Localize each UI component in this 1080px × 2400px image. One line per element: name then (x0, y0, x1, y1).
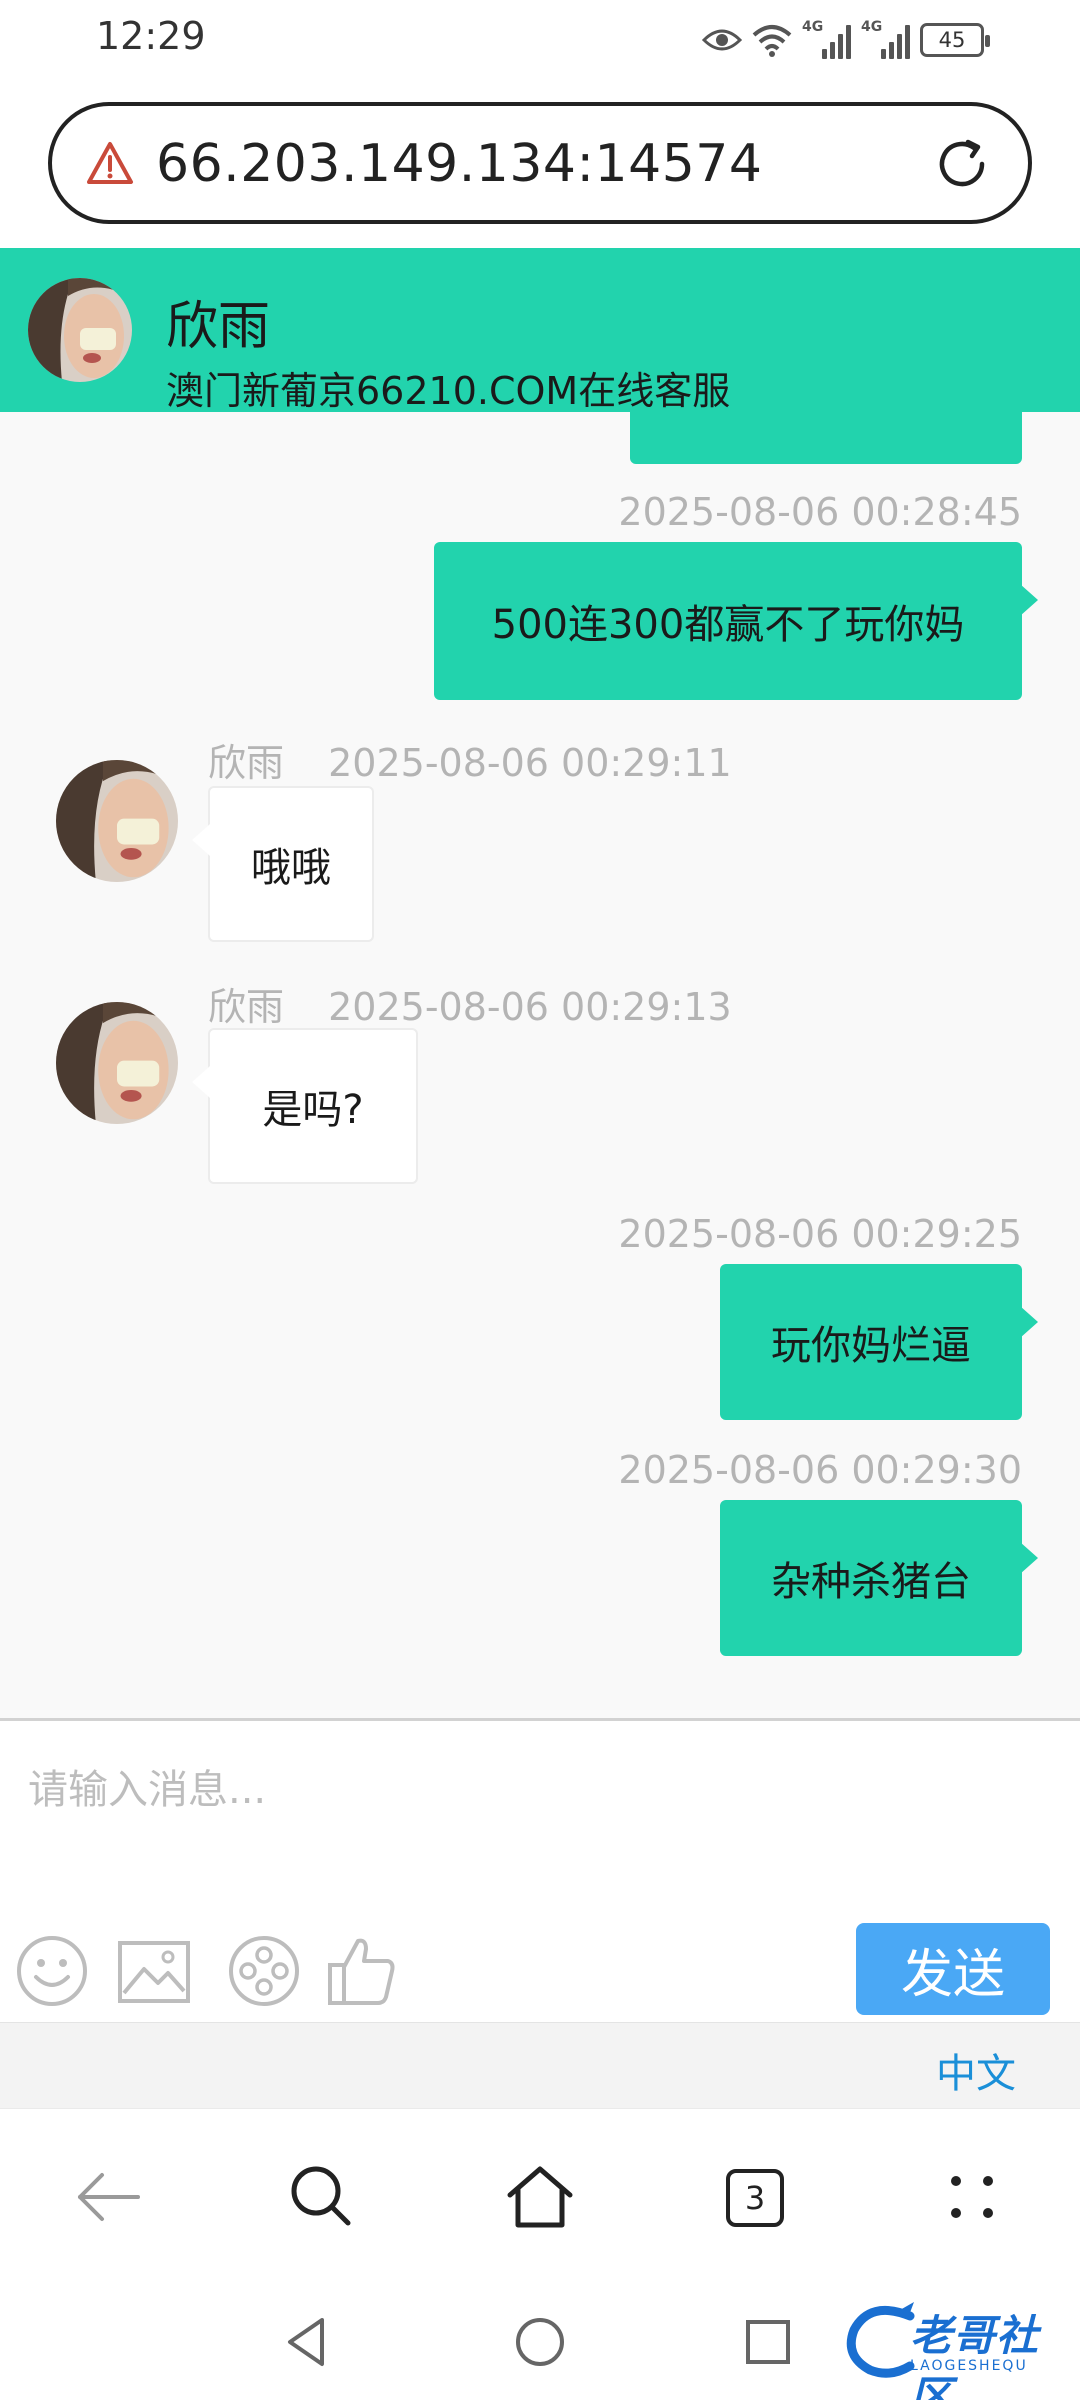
reload-icon[interactable] (930, 132, 994, 196)
agent-avatar[interactable] (56, 1002, 178, 1124)
emoji-icon[interactable] (14, 1933, 90, 2009)
message-list[interactable]: 2025-08-06 00:28:45 500连300都赢不了玩你妈 欣雨 20… (0, 412, 1080, 1718)
send-button[interactable]: 发送 (856, 1923, 1050, 2015)
agent-subtitle: 澳门新葡京66210.COM在线客服 (166, 369, 731, 413)
message-text: 是吗? (262, 1087, 364, 1133)
image-icon[interactable] (116, 1933, 192, 2009)
message-timestamp: 2025-08-06 00:29:30 (618, 1448, 1022, 1492)
status-icons: 4G 4G 45 (702, 18, 990, 62)
address-bar[interactable]: 66.203.149.134:14574 (48, 102, 1032, 224)
message-text: 玩你妈烂逼 (771, 1323, 971, 1369)
agent-name: 欣雨 (166, 297, 271, 357)
video-icon[interactable] (226, 1933, 302, 2009)
agent-avatar[interactable] (56, 760, 178, 882)
warning-icon[interactable] (86, 140, 134, 186)
nav-recents-icon[interactable] (738, 2312, 798, 2372)
message-meta: 欣雨 2025-08-06 00:29:11 (208, 732, 732, 787)
dragon-logo-icon (846, 2302, 915, 2378)
status-bar: 12:29 4G 4G 45 (0, 0, 1080, 80)
watermark-text: 老哥社区 (910, 2311, 1040, 2400)
system-nav-bar: 老哥社区 LAOGESHEQU (0, 2284, 1080, 2400)
back-arrow-icon[interactable] (72, 2161, 144, 2233)
search-icon[interactable] (286, 2161, 358, 2233)
message-text: 杂种杀猪台 (771, 1559, 971, 1605)
message-meta: 欣雨 2025-08-06 00:29:13 (208, 976, 732, 1031)
battery-icon: 45 (920, 23, 990, 57)
message-timestamp: 2025-08-06 00:29:25 (618, 1212, 1022, 1256)
watermark-subtext: LAOGESHEQU (910, 2358, 1028, 2374)
wifi-icon (752, 25, 792, 57)
message-sender: 欣雨 (208, 741, 285, 785)
message-timestamp: 2025-08-06 00:28:45 (618, 490, 1022, 534)
battery-level: 45 (938, 28, 966, 52)
message-bubble-incoming: 是吗? (192, 1028, 418, 1184)
browser-toolbar: 3 (0, 2108, 1080, 2284)
send-label: 发送 (900, 1944, 1005, 2005)
eye-icon (702, 29, 742, 51)
thumbs-up-icon[interactable] (324, 1933, 400, 2009)
message-sender: 欣雨 (208, 985, 285, 1029)
message-composer: 发送 (0, 1718, 1080, 2022)
menu-dots-icon[interactable] (936, 2161, 1008, 2233)
message-bubble-incoming: 哦哦 (192, 786, 374, 942)
message-bubble-outgoing: 玩你妈烂逼 (720, 1264, 1038, 1420)
nav-back-icon[interactable] (278, 2312, 338, 2372)
message-timestamp: 2025-08-06 00:29:13 (328, 985, 732, 1029)
watermark-logo: 老哥社区 LAOGESHEQU (840, 2296, 1072, 2400)
url-text[interactable]: 66.203.149.134:14574 (156, 134, 762, 194)
signal-icon: 4G (802, 19, 851, 59)
language-bar: 中文 (0, 2022, 1080, 2108)
message-input[interactable] (28, 1745, 1028, 1835)
message-text: 哦哦 (251, 845, 331, 891)
chat-header: 欣雨 澳门新葡京66210.COM在线客服 (0, 248, 1080, 413)
home-icon[interactable] (504, 2161, 576, 2233)
nav-home-icon[interactable] (510, 2312, 570, 2372)
signal-icon: 4G (861, 19, 910, 59)
message-bubble-outgoing: 杂种杀猪台 (720, 1500, 1038, 1656)
message-timestamp: 2025-08-06 00:29:11 (328, 741, 732, 785)
network-type-1: 4G (802, 19, 824, 35)
message-bubble-outgoing: 500连300都赢不了玩你妈 (434, 542, 1038, 700)
tabs-button[interactable]: 3 (726, 2169, 784, 2227)
tab-count: 3 (744, 2179, 766, 2217)
language-switch[interactable]: 中文 (936, 2041, 1016, 2099)
message-text: 500连300都赢不了玩你妈 (491, 602, 965, 648)
status-time: 12:29 (96, 14, 206, 58)
agent-avatar[interactable] (28, 278, 132, 382)
message-bubble-partial (630, 412, 1022, 464)
network-type-2: 4G (861, 19, 883, 35)
